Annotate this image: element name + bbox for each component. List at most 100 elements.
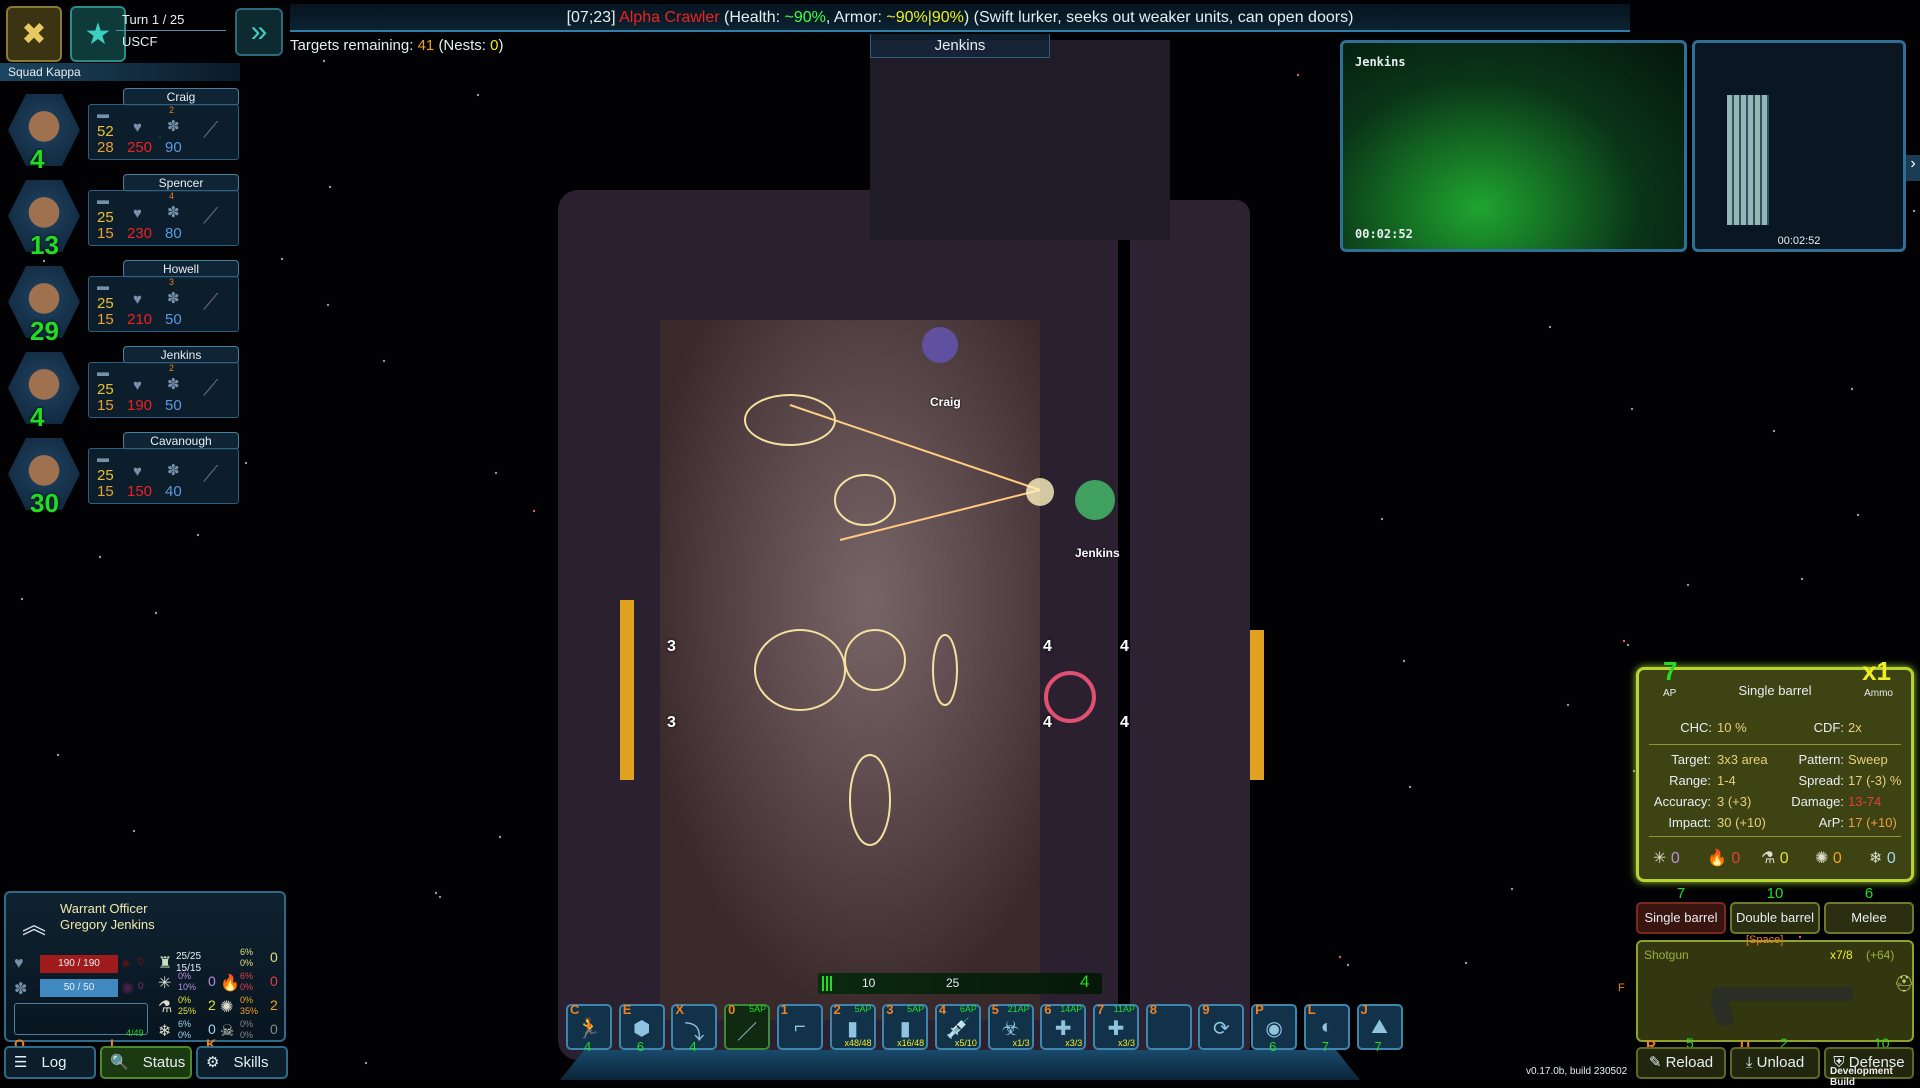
hotbar-slot-P[interactable]: P ◉ 6 [1251, 1002, 1298, 1054]
reload-button[interactable]: ✎ Reload [1636, 1047, 1726, 1079]
helmet-camera-feed[interactable]: Jenkins 00:02:52 [1340, 40, 1687, 252]
unit-rank: Warrant Officer [60, 901, 148, 916]
soldier-stats: ▬ 52 28 ♥ 250 2 ✽ 90 ⟋ [88, 104, 239, 160]
minimap-timer: 00:02:52 [1777, 235, 1821, 247]
squad-card-craig[interactable]: 4 Craig ▬ 52 28 ♥ 250 2 ✽ 90 ⟋ [0, 88, 240, 174]
skills-button[interactable]: ⚙ Skills [196, 1046, 288, 1079]
bio-damage: ✺ 0 [1815, 848, 1842, 868]
resist-a: 0% [240, 995, 254, 1005]
star [434, 891, 438, 895]
soldier-craig[interactable] [922, 327, 958, 363]
stat-value: 17 (-3) % [1848, 773, 1902, 788]
star [20, 597, 24, 601]
weapon-ammo: x7/8 [1830, 948, 1853, 962]
health-icon: ♥ [133, 205, 142, 222]
fire-icon: 🔥 [1707, 850, 1727, 867]
hazard-door-left[interactable] [620, 600, 634, 780]
resist-b: 10% [178, 982, 197, 992]
death-icon: ☠ [220, 1023, 235, 1040]
stat-label: Impact: [1668, 815, 1711, 830]
carry-value: 25/25 [176, 951, 202, 962]
slot-item-icon: ⬢ [632, 1018, 651, 1040]
slot-item-icon: ／ [737, 1022, 758, 1044]
cdf-label: CDF: [1813, 720, 1844, 735]
armor-icon: ✽ [167, 462, 180, 479]
hotbar-slot-4[interactable]: 4 6AP 💉 x5/10 [934, 1002, 981, 1050]
slot-ap-cost: 4 [584, 1039, 592, 1054]
resistance-fire: 🔥 6% 0% 0 [220, 971, 282, 995]
resist-b: 0% [240, 982, 254, 992]
fire-icon: 🔥 [220, 975, 240, 992]
hotbar-slot-J[interactable]: J ⛰ 7 [1356, 1002, 1403, 1054]
armor-icon: ✽ [167, 118, 180, 135]
cold-icon: ❄ [1869, 850, 1883, 867]
map-label-craig[interactable]: Craig [930, 395, 961, 409]
star [1380, 517, 1384, 521]
resist-value: 2 [208, 997, 216, 1013]
hotbar-slot-L[interactable]: L ◐ 7 [1303, 1002, 1350, 1054]
squad-card-cavanough[interactable]: 30 Cavanough ▬ 25 15 ♥ 150 ✽ 40 ⟋ [0, 432, 240, 518]
squad-card-spencer[interactable]: 13 Spencer ▬ 25 15 ♥ 230 4 ✽ 80 ⟋ [0, 174, 240, 260]
unload-button[interactable]: ⤓ Unload [1730, 1047, 1820, 1079]
resistance-death: ☠ 0% 0% 0 [220, 1019, 282, 1043]
status-button[interactable]: 🔍 Status [100, 1046, 192, 1079]
hotbar-slot-9[interactable]: 9 ⟳ [1198, 1002, 1245, 1050]
soldier-jenkins[interactable] [1075, 480, 1115, 520]
hotbar-slot-1[interactable]: 1 ⌐ [776, 1002, 823, 1050]
fire-mode-single-barrel-button[interactable]: Single barrel [1636, 902, 1726, 934]
hotbar-slot-2[interactable]: 2 5AP ▮ x48/48 [829, 1002, 876, 1050]
hotbar-slot-7[interactable]: 7 11AP ✚ x3/3 [1093, 1002, 1139, 1050]
hotbar-slot-C[interactable]: C 🏃 4 [566, 1002, 612, 1054]
slot-item-icon: ⛰ [1371, 1016, 1388, 1038]
slot-quantity: x3/3 [1065, 1038, 1083, 1048]
fire-mode-melee-button[interactable]: Melee [1824, 902, 1914, 934]
end-turn-button[interactable]: » [235, 8, 283, 56]
hotbar-slot-6[interactable]: 6 14AP ✚ x3/3 [1040, 1002, 1087, 1050]
star [532, 509, 536, 513]
slot-ap-cost: 6 [636, 1039, 644, 1054]
shock-damage: ✳ 0 [1653, 848, 1680, 868]
exosuit-icon: ▬ [97, 279, 109, 293]
ap-timeline: 10 25 4 [818, 972, 1102, 994]
hotbar-slot-8[interactable]: 8 [1145, 1002, 1192, 1050]
tools-button[interactable]: ✖ [6, 6, 62, 62]
squad-name: Squad Kappa [0, 63, 240, 81]
mission-objectives-button[interactable]: ★ [70, 6, 126, 62]
slot-ap-cost: 7 [1321, 1039, 1330, 1054]
hotbar-slot-0[interactable]: 0 5AP ／ [724, 1002, 771, 1050]
slot-key: 8 [1149, 1002, 1157, 1017]
cold-icon: ❄ [158, 1023, 172, 1040]
hotbar-slot-X[interactable]: X ⤵ 4 [671, 1002, 718, 1054]
kill-badge: 2 [169, 105, 175, 115]
cold-damage: ❄ 0 [1869, 848, 1896, 868]
hotbar-slot-3[interactable]: 3 5AP ▮ x16/48 [882, 1002, 929, 1050]
stat-a: 25 [97, 295, 114, 312]
resist-a: 6% [240, 971, 254, 981]
map-label-jenkins[interactable]: Jenkins [1075, 546, 1120, 560]
resist-value: 0 [270, 949, 278, 965]
kill-badge: 4 [169, 191, 175, 201]
star [196, 533, 200, 537]
expand-panel-chevron-icon[interactable]: › [1906, 155, 1920, 181]
equipped-weapon-box[interactable]: [Space] Shotgun x7/8 (+64) ⛑ F [1618, 934, 1915, 1042]
hazard-door-right[interactable] [1250, 630, 1264, 780]
squad-card-howell[interactable]: 29 Howell ▬ 25 15 ♥ 210 3 ✽ 50 ⟋ [0, 260, 240, 346]
area-number: 4 [1120, 638, 1129, 655]
slot-key: C [570, 1002, 580, 1017]
slot-ap-cost: 14AP [1060, 1004, 1083, 1014]
fire-mode-double-barrel-button[interactable]: Double barrel [1730, 902, 1820, 934]
hotbar-slot-5[interactable]: 5 21AP ☣ x1/3 [987, 1002, 1034, 1050]
star [1510, 887, 1514, 891]
armor-icon: ✽ [167, 290, 180, 307]
armor-bar: 50 / 50 [40, 979, 118, 997]
resist-b: 35% [240, 1006, 259, 1016]
slot-key: X [675, 1002, 685, 1017]
health-icon: ♥ [14, 955, 24, 972]
hotbar-slot-E[interactable]: E ⬢ 6 [618, 1002, 665, 1054]
minimap[interactable]: 00:02:52 [1692, 40, 1906, 252]
stat-label: Range: [1669, 773, 1711, 788]
squad-card-jenkins[interactable]: 4 Jenkins ▬ 25 15 ♥ 190 2 ✽ 50 ⟋ [0, 346, 240, 432]
stat-b: 15 [97, 397, 114, 414]
helmet-icon: ⛑ [1894, 976, 1915, 993]
log-button[interactable]: ☰ Log [4, 1046, 96, 1079]
